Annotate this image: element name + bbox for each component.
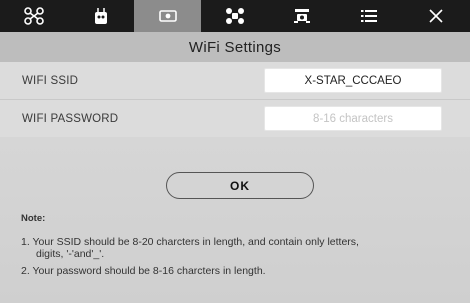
tab-camera[interactable] [134,0,202,32]
list-icon [361,10,378,22]
ok-button[interactable]: OK [166,172,314,199]
note-item-2: 2. Your password should be 8-16 charcter… [21,265,266,277]
tab-aircraft[interactable] [0,0,67,32]
camera-icon [159,10,177,22]
close-button[interactable] [403,0,470,32]
content-area [0,137,470,303]
note-item-1: 1. Your SSID should be 8-20 charcters in… [21,236,359,248]
tab-aircraft-settings[interactable] [201,0,268,32]
close-icon [429,9,443,23]
tab-gimbal[interactable] [269,0,336,32]
remote-controller-icon [94,8,107,24]
password-input[interactable]: 8-16 characters [264,106,442,131]
tab-general-list[interactable] [336,0,403,32]
page-title: WiFi Settings [0,32,470,62]
note-title: Note: [21,213,46,224]
drone-settings-icon [225,8,244,24]
password-label: WIFI PASSWORD [22,112,119,125]
password-row: WIFI PASSWORD 8-16 characters [0,100,470,138]
ssid-label: WIFI SSID [22,74,79,87]
tab-remote[interactable] [67,0,134,32]
top-nav-bar [0,0,470,32]
ssid-input[interactable]: X-STAR_CCCAEO [264,68,442,93]
drone-icon [23,7,44,25]
gimbal-icon [294,9,311,23]
ssid-row: WIFI SSID X-STAR_CCCAEO [0,62,470,100]
note-item-1-continued: digits, '-'and'_'. [36,248,105,260]
